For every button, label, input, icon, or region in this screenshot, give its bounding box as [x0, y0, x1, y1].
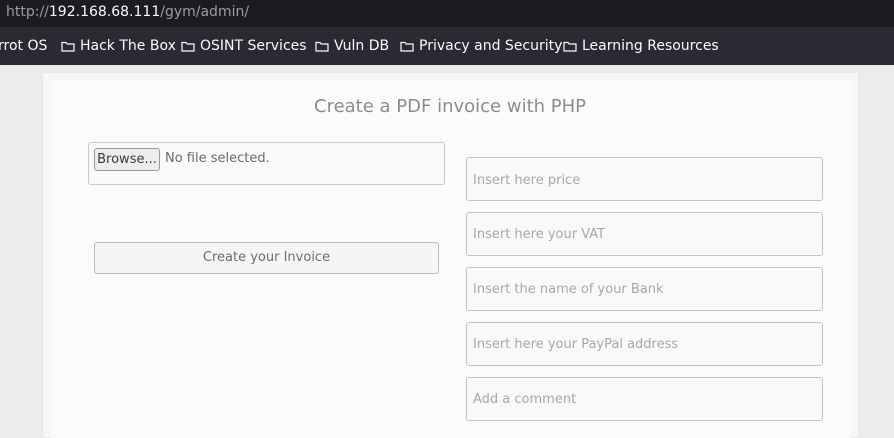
price-input[interactable]: [466, 157, 823, 201]
bookmark-hack-the-box[interactable]: Hack The Box: [61, 38, 176, 54]
folder-icon: [181, 41, 195, 52]
vat-input[interactable]: [466, 212, 823, 256]
bookmark-osint-services[interactable]: OSINT Services: [181, 38, 307, 54]
bookmark-label: Learning Resources: [582, 38, 719, 54]
url-host: 192.168.68.111: [48, 4, 161, 20]
bookmark-learning-resources[interactable]: Learning Resources: [563, 38, 719, 54]
url-prefix: http://: [6, 4, 49, 20]
bookmark-vuln-db[interactable]: Vuln DB: [315, 38, 389, 54]
folder-icon: [400, 41, 414, 52]
folder-icon: [563, 41, 577, 52]
file-status-text: No file selected.: [165, 151, 270, 166]
bookmark-parrot-os[interactable]: rrot OS: [0, 38, 47, 54]
folder-icon: [315, 41, 329, 52]
folder-icon: [61, 41, 75, 52]
bookmark-label: rrot OS: [0, 38, 48, 54]
bank-name-input[interactable]: [466, 267, 823, 311]
url-text[interactable]: http://192.168.68.111/gym/admin/: [6, 4, 249, 20]
bookmarks-toolbar: rrot OS Hack The Box OSINT Services Vuln…: [0, 27, 894, 65]
page-title: Create a PDF invoice with PHP: [314, 96, 586, 117]
paypal-address-input[interactable]: [466, 322, 823, 366]
browse-button[interactable]: Browse...: [94, 148, 160, 171]
url-bar[interactable]: http://192.168.68.111/gym/admin/: [0, 0, 894, 27]
bookmark-label: Privacy and Security: [419, 38, 563, 54]
comment-input[interactable]: [466, 377, 823, 421]
bookmark-label: Vuln DB: [334, 38, 390, 54]
bookmark-label: OSINT Services: [200, 38, 307, 54]
bookmark-privacy-and-security[interactable]: Privacy and Security: [400, 38, 562, 54]
bookmark-label: Hack The Box: [80, 38, 176, 54]
url-path: /gym/admin/: [160, 4, 250, 20]
create-invoice-button[interactable]: Create your Invoice: [94, 242, 439, 274]
